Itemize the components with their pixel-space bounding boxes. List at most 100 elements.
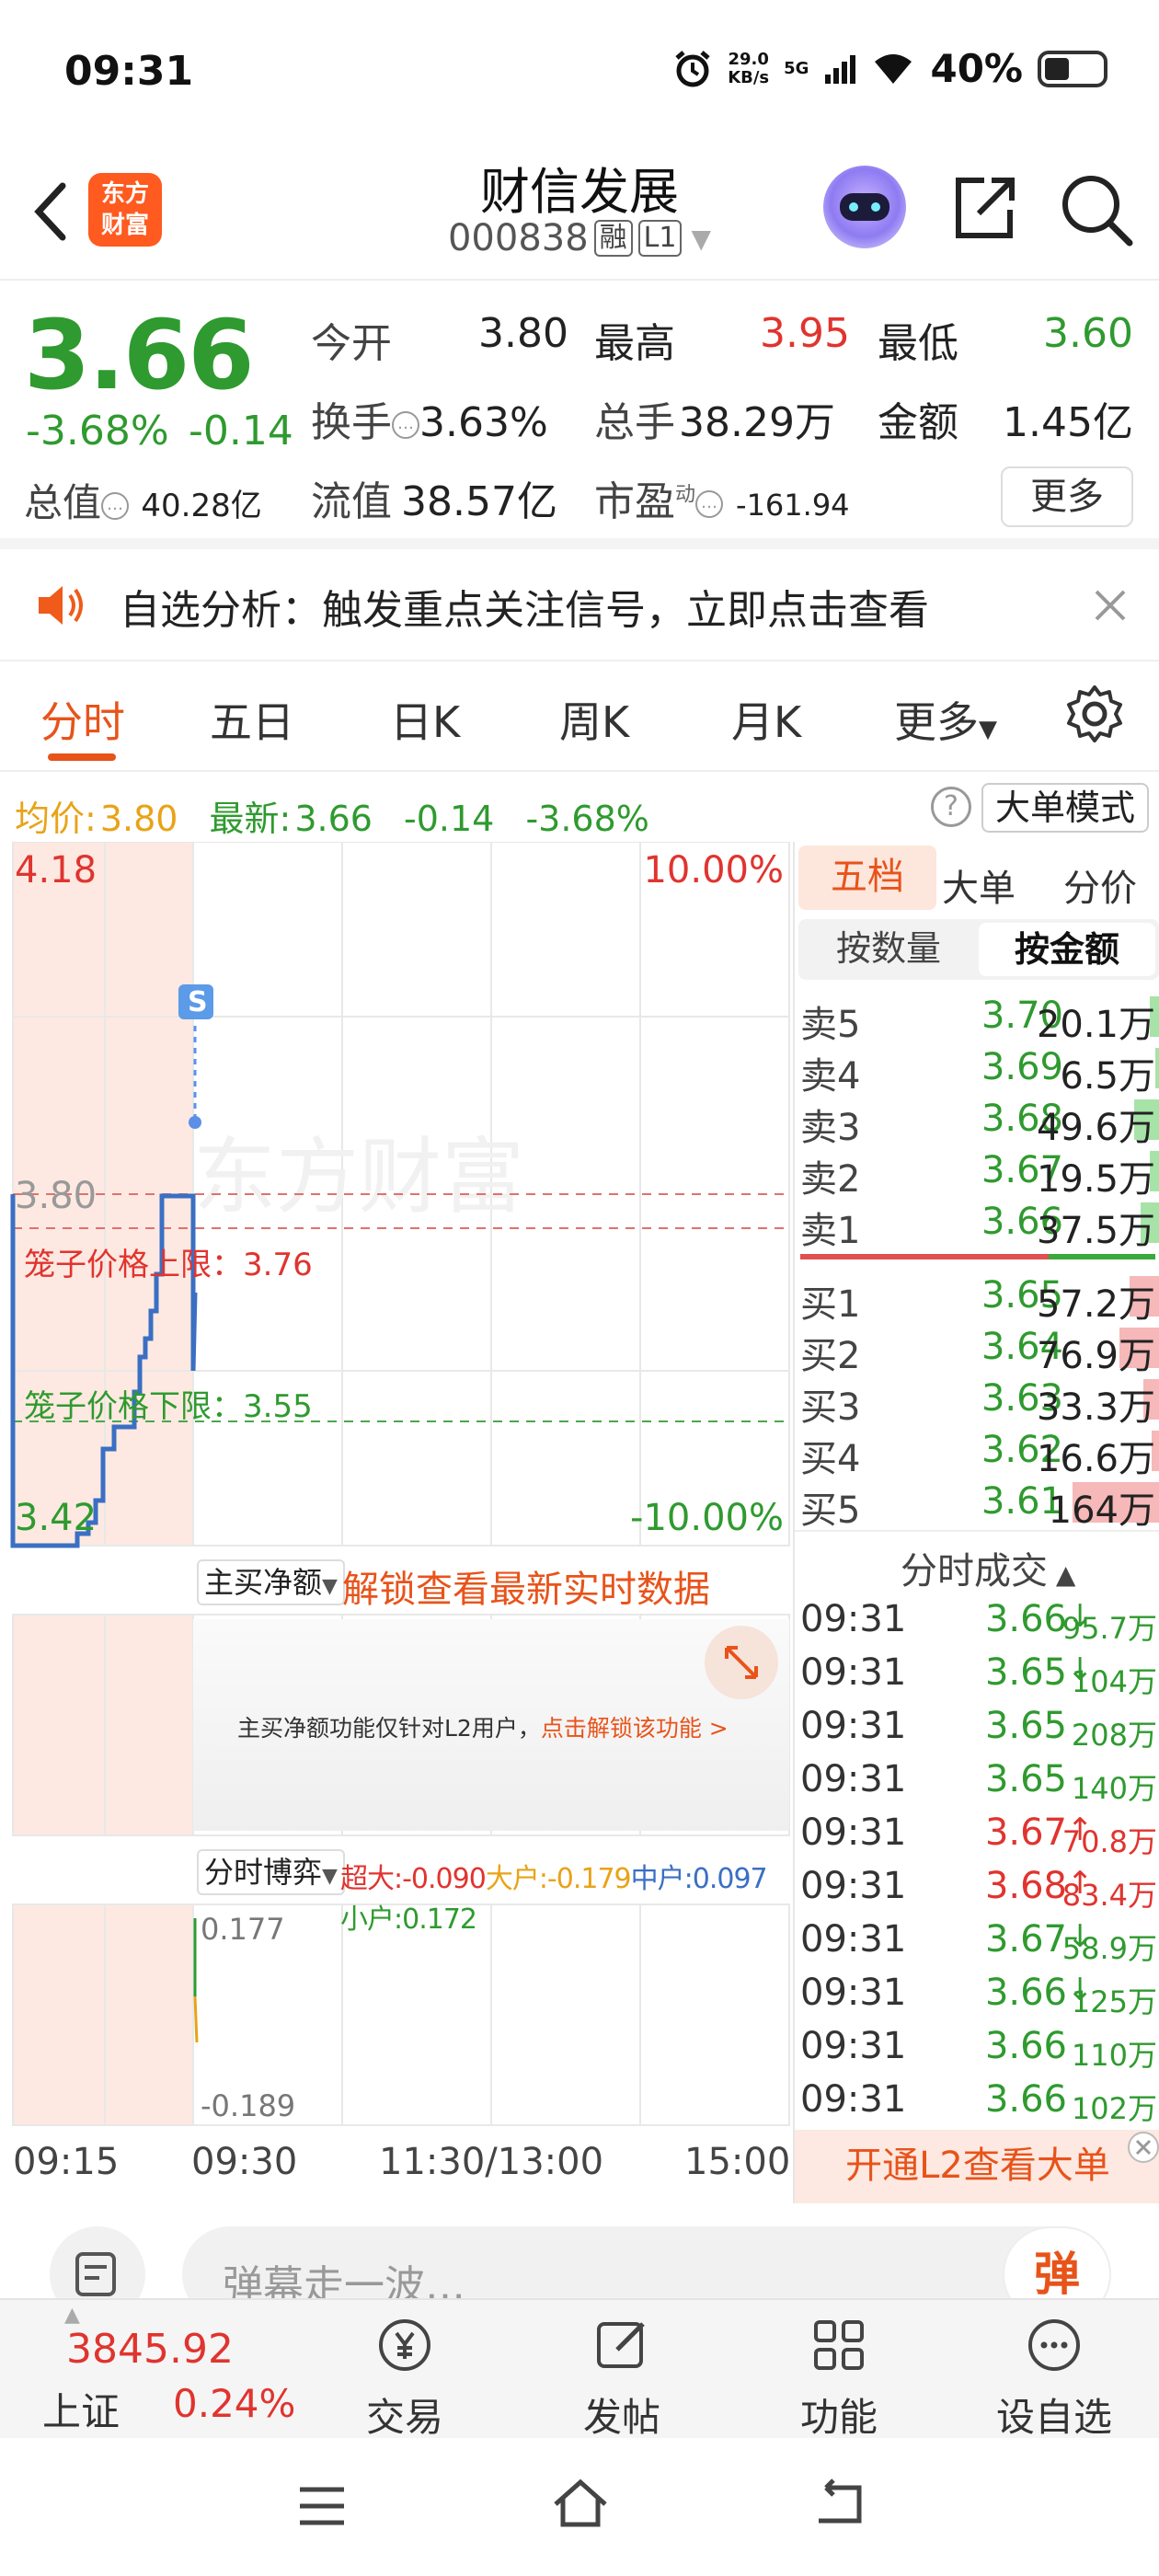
big-order-mode-button[interactable]: 大单模式 (981, 783, 1149, 833)
comment-bar: 弹幕走一波… 弹 (0, 2206, 1159, 2322)
trade-price: 3.65 (984, 1758, 1067, 1800)
x-label-0930: 09:30 (191, 2141, 298, 2183)
sell-level-row[interactable]: 卖3 3.68 49.6万 (795, 1094, 1159, 1149)
trade-volume: 83.4万 (1061, 1878, 1157, 1913)
level-label: 买2 (800, 1335, 861, 1377)
trade-volume: 95.7万 (1061, 1611, 1157, 1646)
watermark: 东方财富 (193, 1132, 524, 1224)
trade-time: 09:31 (800, 1758, 907, 1800)
intraday-chart[interactable]: 东方财富 S 4.18 10.00% 3.80 3.42 -10.00% 笼子价… (0, 842, 791, 2203)
tab-more[interactable]: 更多▼ (894, 689, 997, 750)
x-label-1130: 11:30/13:00 (379, 2141, 604, 2183)
amount-label: 金额 (878, 399, 958, 446)
level-volume: 49.6万 (1036, 1107, 1155, 1149)
tab-five-day[interactable]: 五日 (210, 689, 294, 750)
index-ticker[interactable]: ▲ 3845.92 上证 0.24% (28, 2304, 295, 2434)
close-icon[interactable] (1087, 582, 1133, 628)
trade-volume: 58.9万 (1061, 1931, 1157, 1966)
nav-functions[interactable]: 功能 (775, 2313, 903, 2443)
nav-add-watchlist[interactable]: 设自选 (990, 2313, 1119, 2443)
trade-volume: 104万 (1071, 1664, 1157, 1699)
share-icon[interactable] (947, 171, 1021, 245)
battery-icon (1038, 50, 1107, 87)
search-icon[interactable] (1058, 171, 1135, 248)
net-buy-select[interactable]: 主买净额▼ (197, 1559, 345, 1605)
quote-panel: 3.66 -3.68% -0.14 总值… 40.28亿 今开 3.80 换手…… (0, 281, 1159, 549)
caret-down-icon: ▼ (322, 1865, 338, 1888)
tab-five-levels[interactable]: 五档 (798, 845, 936, 910)
sell-level-row[interactable]: 卖5 3.70 20.1万 (795, 991, 1159, 1046)
divider (795, 1530, 1159, 1532)
mode-by-volume[interactable]: 按数量 (798, 919, 979, 980)
level-volume: 57.2万 (1036, 1283, 1155, 1326)
more-dots-icon (1028, 2319, 1080, 2371)
help-icon[interactable]: ? (931, 787, 971, 827)
gear-icon[interactable] (1062, 682, 1127, 746)
trade-volume: 102万 (1071, 2091, 1157, 2126)
analysis-banner[interactable]: 自选分析：触发重点关注信号，立即点击查看 (0, 549, 1159, 661)
high-value: 3.95 (760, 310, 850, 357)
trade-volume: 70.8万 (1061, 1824, 1157, 1859)
pct-top-label: 10.00% (643, 849, 784, 891)
trade-row: 09:31 3.66 ↓ 95.7万 (795, 1594, 1159, 1648)
level-volume: 37.5万 (1036, 1210, 1155, 1252)
stock-code-row[interactable]: 000838 融 L1 ▼ (396, 217, 763, 259)
buy-level-row[interactable]: 买5 3.61 164万 (795, 1477, 1159, 1532)
level-volume: 164万 (1048, 1489, 1155, 1532)
tab-big-orders[interactable]: 大单 (942, 858, 1016, 912)
avg-price: 均价: 3.80 最新: 3.66 -0.14 -3.68% (15, 799, 649, 839)
buy-level-row[interactable]: 买3 3.63 33.3万 (795, 1374, 1159, 1429)
tab-intraday[interactable]: 分时 (40, 689, 125, 750)
game-select[interactable]: 分时博弈▼ (197, 1849, 345, 1895)
back-arrow-icon[interactable] (20, 175, 85, 248)
nav-trade[interactable]: 交易 (340, 2313, 469, 2443)
yen-icon (379, 2319, 430, 2371)
game-stats: 超大:-0.090大户:-0.179中户:0.097小户:0.172 (340, 1863, 768, 1936)
open-l2-button[interactable]: 开通L2查看大单 (795, 2130, 1159, 2203)
trade-volume: 125万 (1071, 1984, 1157, 2019)
tab-price-dist[interactable]: 分价 (1063, 858, 1137, 912)
tab-weekly-k[interactable]: 周K (559, 689, 629, 750)
total-cap-field: 总值… 40.28亿 (24, 480, 262, 525)
more-button[interactable]: 更多 (1001, 466, 1133, 527)
expand-icon[interactable] (705, 1626, 778, 1699)
home-icon[interactable] (548, 2473, 613, 2534)
open-value: 3.80 (478, 310, 568, 357)
price-summary-row: 均价: 3.80 最新: 3.66 -0.14 -3.68% ? 大单模式 (0, 774, 1159, 839)
banner-text: 自选分析：触发重点关注信号，立即点击查看 (120, 587, 929, 634)
tab-daily-k[interactable]: 日K (390, 689, 460, 750)
trade-price: 3.65 (984, 1651, 1067, 1694)
back-nav-icon[interactable] (806, 2475, 870, 2532)
sell-level-row[interactable]: 卖4 3.69 6.5万 (795, 1042, 1159, 1098)
game-max-label: 0.177 (201, 1912, 285, 1947)
speaker-icon (39, 586, 83, 625)
app-logo[interactable]: 东方 财富 (88, 173, 162, 247)
tab-underline (48, 753, 116, 761)
nav-post[interactable]: 发帖 (557, 2313, 686, 2443)
menu-icon[interactable] (294, 2480, 350, 2532)
trade-time: 09:31 (800, 1918, 907, 1961)
trade-time: 09:31 (800, 1972, 907, 2014)
index-pct: 0.24% (173, 2381, 296, 2426)
sell-level-row[interactable]: 卖2 3.67 19.5万 (795, 1145, 1159, 1201)
trade-time: 09:31 (800, 1651, 907, 1694)
buy-level-row[interactable]: 买1 3.65 57.2万 (795, 1271, 1159, 1326)
l2-unlock-link[interactable]: 点击解锁该功能 > (541, 1715, 729, 1742)
x-label-1500: 15:00 (684, 2141, 791, 2183)
trade-time: 09:31 (800, 1811, 907, 1854)
unlock-link[interactable]: 解锁查看最新实时数据 (342, 1559, 710, 1613)
level-label: 买4 (800, 1438, 861, 1480)
sell-level-row[interactable]: 卖1 3.66 37.5万 (795, 1197, 1159, 1252)
level-label: 卖3 (800, 1107, 861, 1149)
ai-assistant-avatar[interactable] (823, 166, 906, 248)
trade-row: 09:31 3.65 ↓ 104万 (795, 1648, 1159, 1701)
order-book-panel: 五档 大单 分价 按数量 按金额 卖5 3.70 20.1万 卖4 3.69 6.5万 卖3… (793, 842, 1159, 2203)
mode-by-amount[interactable]: 按金额 (979, 923, 1155, 976)
buy-level-row[interactable]: 买2 3.64 76.9万 (795, 1322, 1159, 1377)
buy-level-row[interactable]: 买4 3.62 16.6万 (795, 1425, 1159, 1480)
low-label: 最低 (878, 320, 958, 367)
close-l2-icon[interactable] (1128, 2132, 1159, 2163)
cage-upper-label: 笼子价格上限：3.76 (24, 1247, 313, 1283)
tab-monthly-k[interactable]: 月K (731, 689, 801, 750)
trades-title[interactable]: 分时成交 ▲ (901, 1541, 1075, 1594)
